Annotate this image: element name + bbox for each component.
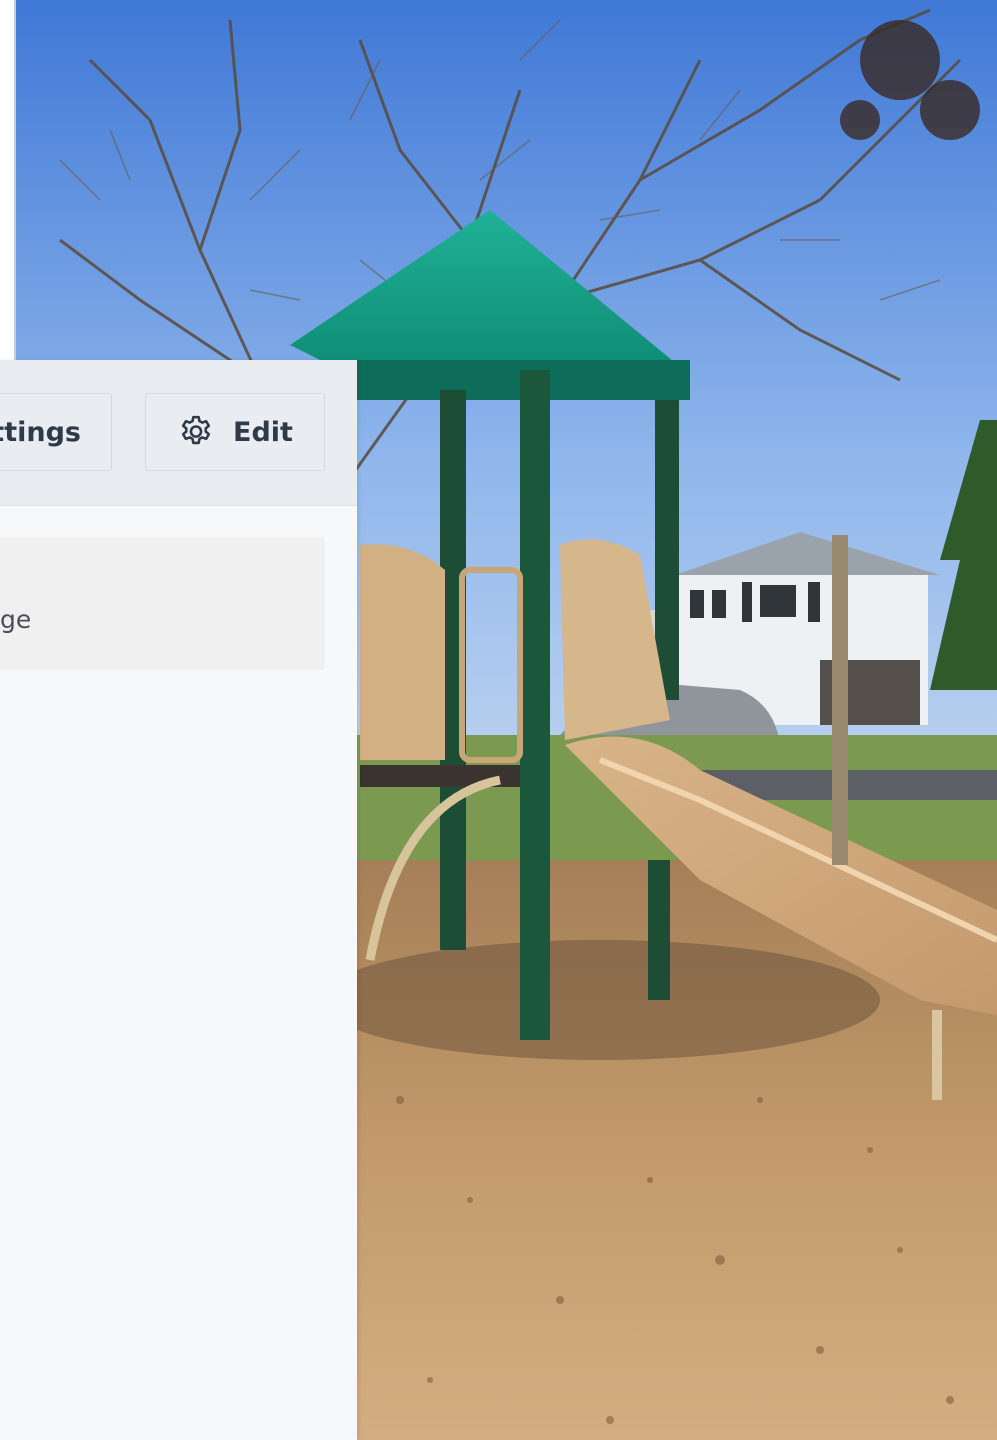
- left-window-edge: [0, 0, 16, 360]
- screen: ettings Edit ge: [0, 0, 997, 1440]
- settings-button[interactable]: ettings: [0, 393, 112, 471]
- panel-header: ettings Edit: [0, 360, 357, 506]
- info-card[interactable]: ge: [0, 537, 325, 670]
- side-panel: ettings Edit ge: [0, 360, 357, 1440]
- info-card-text: ge: [0, 605, 32, 634]
- edit-button-label: Edit: [233, 416, 293, 448]
- settings-button-label: ettings: [0, 416, 81, 448]
- edit-button[interactable]: Edit: [145, 393, 325, 471]
- gear-icon: [181, 415, 211, 445]
